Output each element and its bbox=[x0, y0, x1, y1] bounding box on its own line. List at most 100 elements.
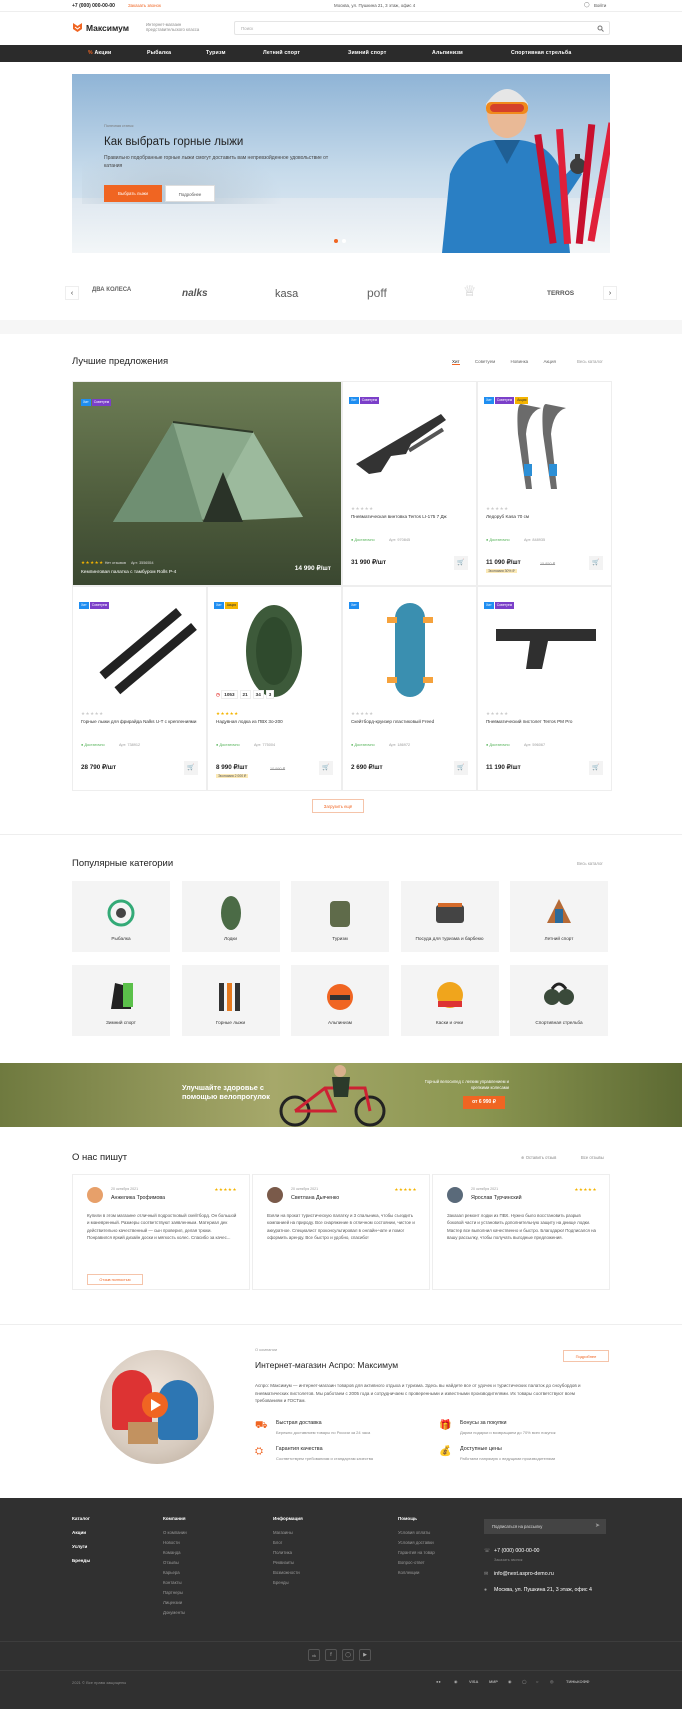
promo-banner[interactable]: Улучшайте здоровье с помощью велопрогуло… bbox=[0, 1063, 682, 1127]
logo-text[interactable]: Максимум bbox=[86, 23, 129, 33]
footer-link[interactable]: Политика bbox=[273, 1550, 292, 1555]
brands-next-arrow[interactable]: › bbox=[603, 286, 617, 300]
footer-main-link[interactable]: Каталог bbox=[72, 1516, 90, 1521]
footer-main-link[interactable]: Услуги bbox=[72, 1544, 87, 1549]
full-review-button[interactable]: Отзыв полностью bbox=[87, 1274, 143, 1285]
footer-link[interactable]: Коллекции bbox=[398, 1570, 419, 1575]
subscribe-button[interactable]: Подписаться на рассылку ➤ bbox=[484, 1519, 606, 1534]
search-icon[interactable] bbox=[597, 25, 604, 32]
footer-link[interactable]: Условия доставки bbox=[398, 1540, 434, 1545]
footer-link[interactable]: Партнеры bbox=[163, 1590, 183, 1595]
featured-name[interactable]: Кемпинговая палатка с тамбуром Rolls P-4 bbox=[81, 570, 176, 575]
product-name[interactable]: Ледоруб Kasa 70 см bbox=[486, 514, 604, 520]
hero-banner[interactable]: Полезная статья Как выбрать горные лыжи … bbox=[72, 74, 610, 253]
nav-item-sale[interactable]: % Акции bbox=[88, 50, 111, 56]
footer-link[interactable]: Новости bbox=[163, 1540, 180, 1545]
nav-item-climbing[interactable]: Альпинизм bbox=[432, 50, 463, 56]
logo-icon[interactable] bbox=[72, 22, 83, 33]
footer-phone[interactable]: +7 (000) 000-00-00 bbox=[494, 1548, 540, 1554]
category-skis[interactable]: Горные лыжи bbox=[181, 965, 280, 1036]
hero-secondary-button[interactable]: Подробнее bbox=[165, 185, 215, 202]
category-fishing[interactable]: Рыбалка bbox=[72, 881, 170, 952]
footer-link[interactable]: Возможности bbox=[273, 1570, 300, 1575]
nav-item-tourism[interactable]: Туризм bbox=[206, 50, 226, 56]
vk-icon[interactable]: vk bbox=[308, 1649, 320, 1661]
product-card[interactable]: Хит Советуем ★★★★★ Горные лыжи для фрирай… bbox=[72, 586, 207, 791]
footer-link[interactable]: Бренды bbox=[273, 1580, 289, 1585]
tab-hit[interactable]: Хит bbox=[452, 359, 460, 365]
callback-link[interactable]: Заказать звонок bbox=[128, 3, 161, 8]
footer-link[interactable]: Реквизиты bbox=[273, 1560, 294, 1565]
category-climbing[interactable]: Альпинизм bbox=[291, 965, 389, 1036]
login-link[interactable]: Войти bbox=[594, 3, 606, 8]
product-card[interactable]: Хит Акция ◷ 1053 21 34 3 ★★★★★ Надувная лодк… bbox=[207, 586, 342, 791]
category-winter[interactable]: Зимний спорт bbox=[72, 965, 170, 1036]
category-boats[interactable]: Лодки bbox=[181, 881, 280, 952]
cart-icon[interactable]: 🛒 bbox=[589, 556, 603, 570]
footer-email[interactable]: info@next.aspro-demo.ru bbox=[494, 1571, 554, 1577]
product-image[interactable] bbox=[486, 394, 604, 494]
leave-review-link[interactable]: ⊕ Оставить отзыв bbox=[521, 1155, 556, 1160]
youtube-icon[interactable]: ▶ bbox=[359, 1649, 371, 1661]
footer-main-link[interactable]: Акции bbox=[72, 1530, 86, 1535]
footer-link[interactable]: Отзывы bbox=[163, 1560, 179, 1565]
cart-icon[interactable]: 🛒 bbox=[184, 761, 198, 775]
nav-item-summer[interactable]: Летний спорт bbox=[263, 50, 300, 56]
footer-main-link[interactable]: Бренды bbox=[72, 1558, 90, 1563]
footer-link[interactable]: Контакты bbox=[163, 1580, 182, 1585]
product-name[interactable]: Надувная лодка из ПВХ 3о-200 bbox=[216, 719, 334, 725]
category-cookware[interactable]: Посуда для туризма и барбекю bbox=[400, 881, 499, 952]
tab-advise[interactable]: Советуем bbox=[475, 359, 495, 364]
product-image[interactable] bbox=[216, 599, 334, 699]
footer-callback[interactable]: Заказать звонок bbox=[494, 1558, 522, 1562]
footer-link[interactable]: Команда bbox=[163, 1550, 181, 1555]
product-name[interactable]: Горные лыжи для фрирайда Nalks U-T с кре… bbox=[81, 719, 199, 725]
footer-link[interactable]: Лицензии bbox=[163, 1600, 182, 1605]
nav-item-shooting[interactable]: Спортивная стрельба bbox=[511, 50, 571, 56]
footer-link[interactable]: Блог bbox=[273, 1540, 282, 1545]
product-name[interactable]: Пневматический пистолет Terros PM Pro bbox=[486, 719, 604, 725]
user-icon[interactable]: ◯ bbox=[584, 2, 590, 8]
brand-dva-kolesa[interactable]: ДВА КОЛЕСА bbox=[92, 287, 132, 294]
product-image[interactable] bbox=[486, 599, 604, 699]
product-card[interactable]: Хит ★★★★★ Скейтборд-круизер пластиковый … bbox=[342, 586, 477, 791]
catalog-link[interactable]: Весь каталог bbox=[577, 359, 603, 364]
nav-item-fishing[interactable]: Рыбалка bbox=[147, 50, 171, 56]
product-card[interactable]: Хит Советуем ★★★★★ Пневматическая винтовк… bbox=[342, 381, 477, 586]
brand-terros[interactable]: TERROS bbox=[547, 290, 574, 297]
product-image[interactable] bbox=[351, 599, 469, 699]
tab-sale[interactable]: Акция bbox=[543, 359, 556, 364]
footer-link[interactable]: Условия оплаты bbox=[398, 1530, 430, 1535]
footer-link[interactable]: Магазины bbox=[273, 1530, 293, 1535]
category-tourism[interactable]: Туризм bbox=[291, 881, 389, 952]
cart-icon[interactable]: 🛒 bbox=[454, 761, 468, 775]
cart-icon[interactable]: 🛒 bbox=[454, 556, 468, 570]
brands-prev-arrow[interactable]: ‹ bbox=[65, 286, 79, 300]
cart-icon[interactable]: 🛒 bbox=[589, 761, 603, 775]
category-summer[interactable]: Летний спорт bbox=[510, 881, 608, 952]
slider-dot[interactable] bbox=[342, 239, 346, 243]
promo-price-button[interactable]: от 6 990 ₽ bbox=[463, 1096, 505, 1109]
footer-link[interactable]: Вопрос-ответ bbox=[398, 1560, 425, 1565]
play-button[interactable] bbox=[142, 1392, 168, 1418]
product-card[interactable]: Хит Советуем Акция ★★★★★ Ледоруб Kasa 70 с… bbox=[477, 381, 612, 586]
nav-item-winter[interactable]: Зимний спорт bbox=[348, 50, 386, 56]
featured-product-card[interactable]: Хит Советуем ★★★★★ Нет отзывов Арт: 35565… bbox=[72, 381, 342, 586]
footer-link[interactable]: Карьера bbox=[163, 1570, 180, 1575]
footer-link[interactable]: Гарантия на товар bbox=[398, 1550, 435, 1555]
category-helmets[interactable]: Каски и очки bbox=[400, 965, 499, 1036]
load-more-button[interactable]: Загрузить ещё bbox=[312, 799, 364, 813]
brand-nalks[interactable]: nalks bbox=[182, 288, 208, 299]
product-card[interactable]: Хит Советуем ★★★★★ Пневматический пистоле… bbox=[477, 586, 612, 791]
brand-crown-icon[interactable]: ♕ bbox=[463, 282, 476, 300]
cart-icon[interactable]: 🛒 bbox=[319, 761, 333, 775]
facebook-icon[interactable]: f bbox=[325, 1649, 337, 1661]
phone-link[interactable]: +7 (000) 000-00-00 bbox=[72, 3, 115, 9]
about-more-button[interactable]: Подробнее bbox=[563, 1350, 609, 1362]
footer-link[interactable]: Документы bbox=[163, 1610, 185, 1615]
about-video-image[interactable] bbox=[100, 1350, 214, 1464]
brand-kasa[interactable]: kasa bbox=[275, 288, 298, 300]
product-image[interactable] bbox=[351, 394, 469, 494]
hero-primary-button[interactable]: Выбрать лыжи bbox=[104, 185, 162, 202]
product-name[interactable]: Скейтборд-круизер пластиковый Freed bbox=[351, 719, 469, 725]
